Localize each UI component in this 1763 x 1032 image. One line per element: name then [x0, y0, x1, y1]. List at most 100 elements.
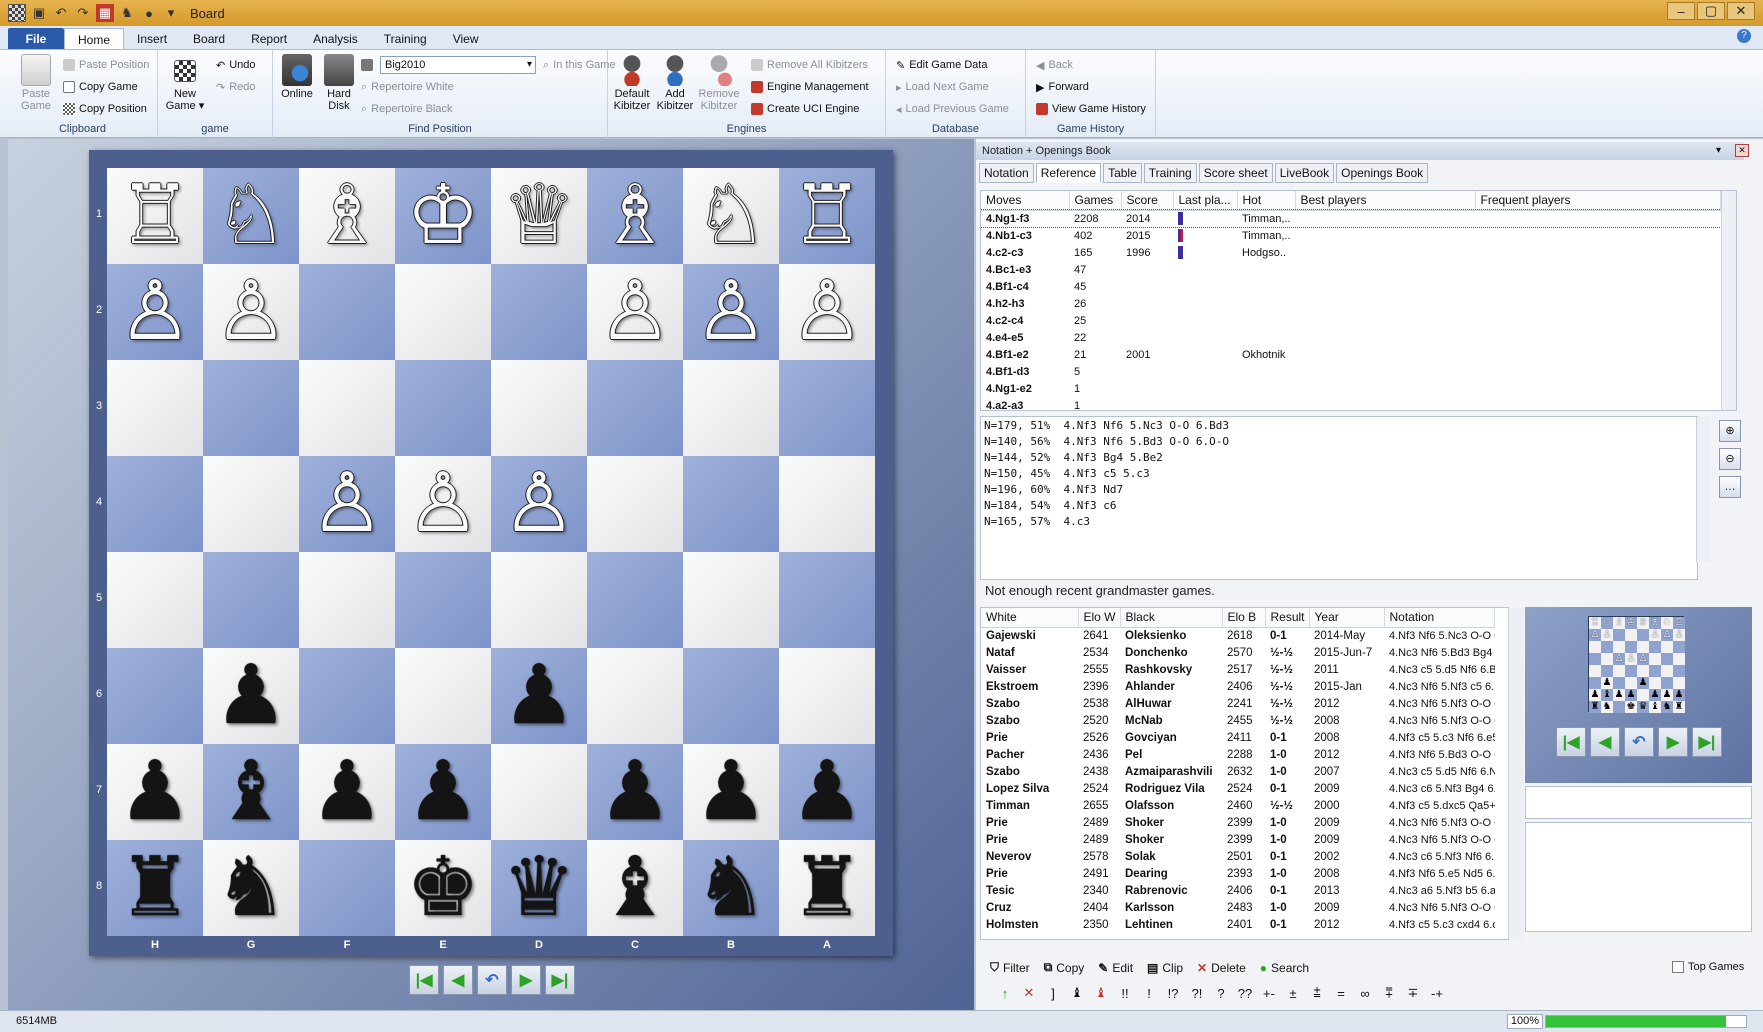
square-g2[interactable]: ♙: [203, 264, 299, 360]
annotation-button[interactable]: +-: [1257, 986, 1281, 1001]
edit-game-data-button[interactable]: ✎ Edit Game Data: [896, 56, 987, 74]
column-header[interactable]: Score: [1121, 191, 1174, 211]
paste-position-button[interactable]: Paste Position: [63, 56, 149, 74]
reference-row[interactable]: 4.Ng1-e2 1: [981, 380, 1721, 397]
tab-view[interactable]: View: [440, 28, 492, 50]
square-c4[interactable]: [587, 456, 683, 552]
reference-row[interactable]: 4.Bf1-c4 45: [981, 278, 1721, 295]
black-pawn-piece[interactable]: ♟: [310, 751, 384, 833]
tab-home[interactable]: Home: [64, 28, 125, 50]
pane-close-button[interactable]: ✕: [1735, 144, 1749, 157]
column-header[interactable]: Elo W: [1078, 608, 1121, 628]
annotation-button[interactable]: ??: [1233, 986, 1257, 1001]
forward-button[interactable]: ▶ Forward: [1036, 78, 1089, 96]
column-header[interactable]: Moves: [981, 191, 1070, 211]
close-button[interactable]: ✕: [1727, 2, 1755, 20]
minimize-button[interactable]: –: [1667, 2, 1695, 20]
game-row[interactable]: Prie 2526 Govciyan 2411 0-1 2008 4.Nf3 c5 5.c3…: [981, 729, 1495, 746]
tab-notation[interactable]: Notation: [979, 163, 1034, 183]
square-g6[interactable]: ♟: [203, 648, 299, 744]
black-pawn-piece[interactable]: ♟: [694, 751, 768, 833]
game-row[interactable]: Prie 2489 Shoker 2399 1-0 2009 4.Nc3 Nf6 5.Nf3…: [981, 814, 1495, 831]
zoom-in-button[interactable]: ⊕: [1719, 420, 1741, 442]
remove-all-kibitzers-button[interactable]: Remove All Kibitzers: [751, 56, 868, 74]
engine-management-button[interactable]: Engine Management: [751, 78, 869, 96]
square-g1[interactable]: ♘: [203, 168, 299, 264]
tab-insert[interactable]: Insert: [124, 28, 180, 50]
square-f6[interactable]: [299, 648, 395, 744]
square-g4[interactable]: [203, 456, 299, 552]
copy-position-button[interactable]: Copy Position: [63, 100, 147, 118]
preview-previous-button[interactable]: ◀: [1590, 727, 1620, 757]
square-f2[interactable]: [299, 264, 395, 360]
square-g3[interactable]: [203, 360, 299, 456]
annotation-button[interactable]: ?!: [1185, 986, 1209, 1001]
white-pawn-piece[interactable]: ♙: [502, 463, 576, 545]
square-h8[interactable]: ♜: [107, 840, 203, 936]
annotation-button[interactable]: =: [1329, 986, 1353, 1001]
square-b4[interactable]: [683, 456, 779, 552]
white-knight-piece[interactable]: ♘: [214, 175, 288, 257]
square-b7[interactable]: ♟: [683, 744, 779, 840]
white-rook-piece[interactable]: ♖: [118, 175, 192, 257]
square-d8[interactable]: ♛: [491, 840, 587, 936]
reference-row[interactable]: 4.a2-a3 1: [981, 397, 1721, 411]
square-d6[interactable]: ♟: [491, 648, 587, 744]
square-a7[interactable]: ♟: [779, 744, 875, 840]
copy-game-button[interactable]: Copy Game: [63, 78, 138, 96]
board-icon[interactable]: ▦: [96, 4, 114, 22]
white-knight-piece[interactable]: ♘: [694, 175, 768, 257]
tab-training[interactable]: Training: [371, 28, 440, 50]
file-menu-button[interactable]: File: [8, 28, 64, 50]
annotation-button[interactable]: ⩲: [1305, 985, 1329, 1001]
column-header[interactable]: Best players: [1295, 191, 1476, 211]
repertoire-white-button[interactable]: ⌕ Repertoire White: [361, 78, 454, 96]
game-row[interactable]: Szabo 2520 McNab 2455 ½-½ 2008 4.Nc3 Nf6 5.Nf3…: [981, 712, 1495, 729]
square-c5[interactable]: [587, 552, 683, 648]
delete-button[interactable]: ✕ Delete: [1197, 961, 1246, 975]
game-row[interactable]: Vaisser 2555 Rashkovsky 2517 ½-½ 2011 4.Nc3 c5…: [981, 661, 1495, 678]
tab-training[interactable]: Training: [1143, 163, 1197, 183]
square-g5[interactable]: [203, 552, 299, 648]
black-bishop-piece[interactable]: ♝: [598, 847, 672, 929]
tab-table[interactable]: Table: [1103, 163, 1142, 183]
load-next-game-button[interactable]: ▸ Load Next Game: [896, 78, 989, 96]
reference-row[interactable]: 4.Nb1-c3 402 2015 Timman,..: [981, 227, 1721, 244]
game-row[interactable]: Prie 2491 Dearing 2393 1-0 2008 4.Nf3 Nf6 5.e5…: [981, 865, 1495, 882]
tab-openings-book[interactable]: Openings Book: [1336, 163, 1429, 183]
white-pawn-piece[interactable]: ♙: [694, 271, 768, 353]
line-item[interactable]: N=144, 52% 4.Nf3 Bg4 5.Be2: [984, 451, 1697, 467]
line-item[interactable]: N=165, 57% 4.c3: [984, 515, 1697, 531]
engine-icon[interactable]: ♞: [118, 4, 136, 22]
square-h1[interactable]: ♖: [107, 168, 203, 264]
undo-icon[interactable]: ↶: [52, 4, 70, 22]
annotation-button[interactable]: ↑: [993, 986, 1017, 1001]
remove-kibitzer-button[interactable]: Remove Kibitzer: [697, 54, 741, 112]
square-b8[interactable]: ♞: [683, 840, 779, 936]
reference-row[interactable]: 4.Bc1-e3 47: [981, 261, 1721, 278]
add-kibitzer-button[interactable]: Add Kibitzer: [653, 54, 697, 112]
redo-icon[interactable]: ↷: [74, 4, 92, 22]
square-b5[interactable]: [683, 552, 779, 648]
column-header[interactable]: Last pla...: [1173, 191, 1238, 211]
square-a6[interactable]: [779, 648, 875, 744]
line-item[interactable]: N=179, 51% 4.Nf3 Nf6 5.Nc3 O-O 6.Bd3: [984, 419, 1697, 435]
white-pawn-piece[interactable]: ♙: [790, 271, 864, 353]
column-header[interactable]: Hot: [1237, 191, 1296, 211]
load-previous-game-button[interactable]: ◂ Load Previous Game: [896, 100, 1009, 118]
annotation-button[interactable]: !!: [1113, 986, 1137, 1001]
clip-button[interactable]: ▤ Clip: [1147, 961, 1183, 975]
app-icon[interactable]: [8, 4, 26, 22]
online-button[interactable]: Online: [275, 54, 319, 100]
square-b3[interactable]: [683, 360, 779, 456]
tab-reference[interactable]: Reference: [1035, 163, 1102, 183]
square-f3[interactable]: [299, 360, 395, 456]
square-e8[interactable]: ♚: [395, 840, 491, 936]
game-row[interactable]: Prie 2489 Shoker 2399 1-0 2009 4.Nc3 Nf6 5.Nf3…: [981, 831, 1495, 848]
preview-first-button[interactable]: |◀: [1556, 727, 1586, 757]
column-header[interactable]: Frequent players: [1475, 191, 1721, 211]
square-h3[interactable]: [107, 360, 203, 456]
black-rook-piece[interactable]: ♜: [118, 847, 192, 929]
black-bishop-piece[interactable]: ♝: [214, 751, 288, 833]
redo-button[interactable]: ↷ Redo: [216, 78, 256, 96]
